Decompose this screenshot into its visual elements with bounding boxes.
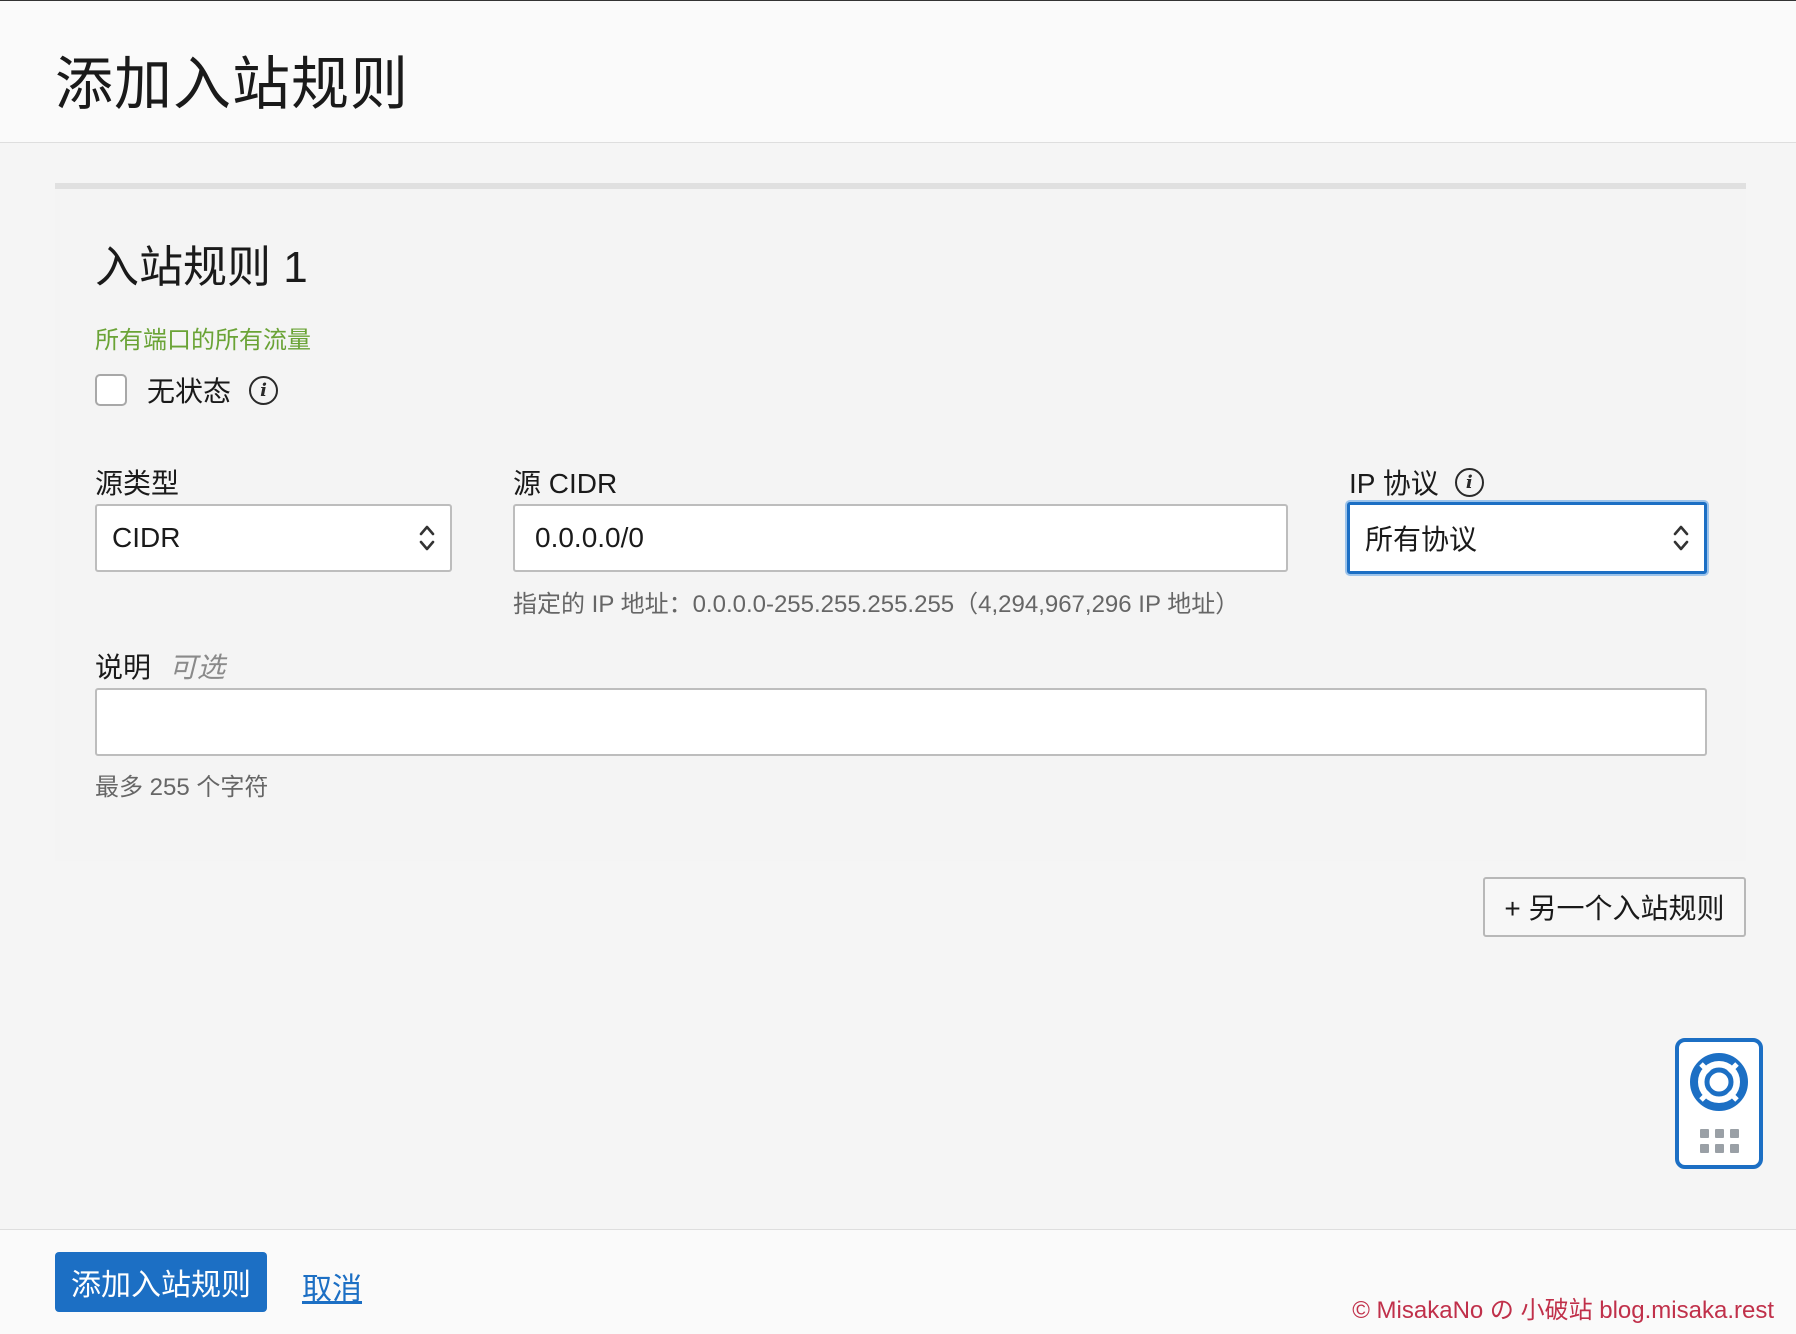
page-title: 添加入站规则 bbox=[55, 52, 410, 117]
chevron-up-down-icon bbox=[416, 520, 438, 556]
source-cidr-value: 0.0.0.0/0 bbox=[535, 522, 644, 553]
stateless-row: 无状态 i bbox=[95, 372, 279, 408]
source-type-label: 源类型 bbox=[95, 468, 180, 499]
description-label: 说明 bbox=[95, 652, 152, 683]
add-another-rule-button[interactable]: + 另一个入站规则 bbox=[1483, 877, 1746, 937]
ip-protocol-select[interactable]: 所有协议 bbox=[1347, 502, 1707, 574]
rule-title: 入站规则 1 bbox=[95, 243, 308, 292]
description-optional-tag: 可选 bbox=[169, 652, 226, 683]
page-header: 添加入站规则 bbox=[0, 0, 1796, 143]
ip-protocol-label: IP 协议 bbox=[1349, 468, 1439, 499]
description-label-row: 说明 可选 bbox=[95, 646, 225, 686]
info-icon[interactable]: i bbox=[1454, 467, 1484, 497]
description-input[interactable] bbox=[95, 688, 1707, 756]
watermark: © MisakaNo の 小破站 blog.misaka.rest bbox=[1352, 1297, 1774, 1324]
inbound-rule-card: 入站规则 1 所有端口的所有流量 无状态 i 源类型 CIDR 源 CIDR 0… bbox=[55, 183, 1746, 861]
footer: 添加入站规则 取消 © MisakaNo の 小破站 blog.misaka.r… bbox=[0, 1229, 1796, 1334]
grid-dots-icon bbox=[1699, 1129, 1739, 1153]
stateless-label: 无状态 bbox=[147, 376, 232, 407]
source-type-value: CIDR bbox=[112, 522, 181, 553]
source-cidr-label: 源 CIDR bbox=[513, 468, 618, 499]
stateless-checkbox[interactable] bbox=[95, 374, 127, 406]
help-widget[interactable] bbox=[1675, 1038, 1763, 1169]
add-inbound-rule-button[interactable]: 添加入站规则 bbox=[55, 1252, 267, 1312]
cancel-link[interactable]: 取消 bbox=[302, 1264, 362, 1308]
chevron-up-down-icon bbox=[1670, 520, 1692, 556]
rule-summary: 所有端口的所有流量 bbox=[95, 327, 311, 354]
description-hint: 最多 255 个字符 bbox=[95, 774, 269, 801]
source-cidr-hint: 指定的 IP 地址：0.0.0.0-255.255.255.255（4,294,… bbox=[513, 591, 1240, 618]
ip-protocol-label-row: IP 协议 i bbox=[1349, 462, 1484, 502]
lifebuoy-icon bbox=[1689, 1052, 1749, 1117]
page: 添加入站规则 入站规则 1 所有端口的所有流量 无状态 i 源类型 CIDR 源… bbox=[0, 0, 1796, 1334]
source-type-select[interactable]: CIDR bbox=[95, 504, 452, 572]
info-icon[interactable]: i bbox=[249, 375, 279, 405]
source-cidr-input[interactable]: 0.0.0.0/0 bbox=[513, 504, 1288, 572]
ip-protocol-value: 所有协议 bbox=[1365, 524, 1478, 555]
